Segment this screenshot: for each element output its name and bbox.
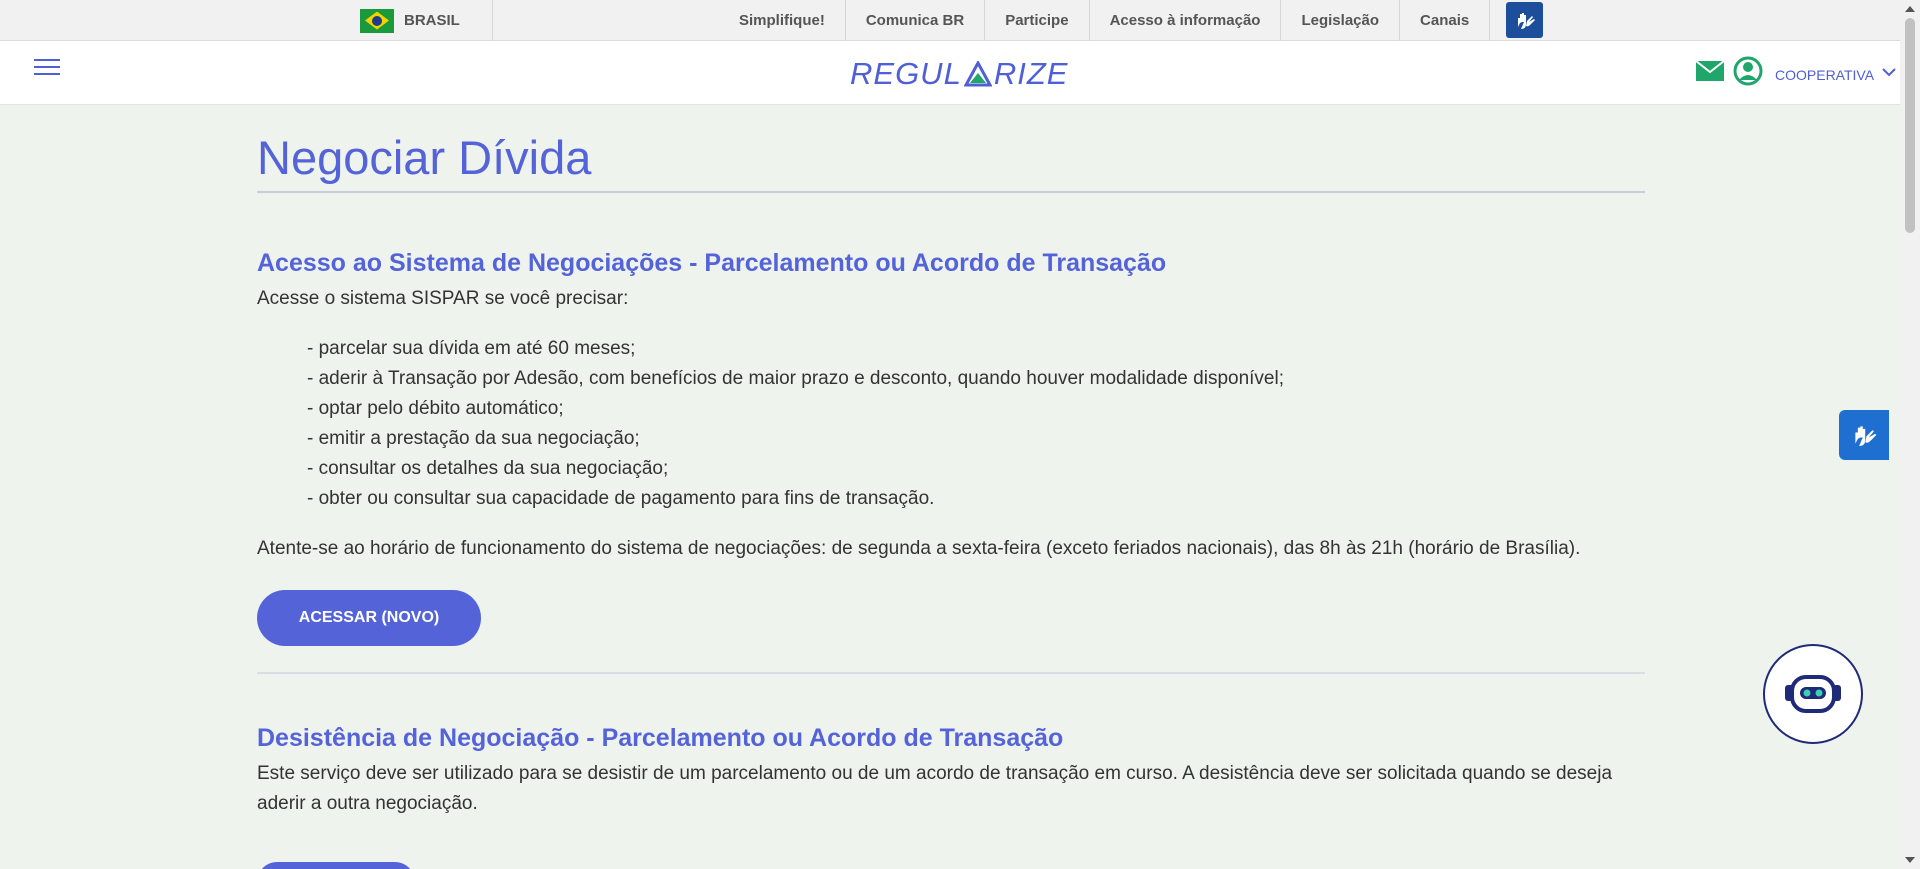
- section-divider: [257, 672, 1645, 674]
- regularize-logo[interactable]: REGUL RIZE: [850, 56, 1068, 92]
- header-actions: COOPERATIVA: [1695, 56, 1896, 86]
- logo-text-right: RIZE: [993, 56, 1069, 91]
- list-item: - optar pelo débito automático;: [307, 398, 564, 419]
- section-intro: Acesse o sistema SISPAR se você precisar…: [257, 288, 629, 309]
- hand-sign-icon[interactable]: [1506, 2, 1543, 38]
- chatbot-icon[interactable]: [1763, 644, 1863, 744]
- section-desistencia: Desistência de Negociação - Parcelamento…: [257, 724, 1645, 819]
- desistencia-button[interactable]: [257, 862, 415, 869]
- gov-link-legislacao[interactable]: Legislação: [1281, 0, 1401, 41]
- main-content: Negociar Dívida Acesso ao Sistema de Neg…: [257, 105, 1645, 869]
- gov-link-acesso-informacao[interactable]: Acesso à informação: [1090, 0, 1282, 41]
- section-text: Este serviço deve ser utilizado para se …: [257, 763, 1613, 814]
- mail-icon[interactable]: [1695, 60, 1725, 82]
- gov-link-comunica[interactable]: Comunica BR: [846, 0, 986, 41]
- benefits-list: - parcelar sua dívida em até 60 meses; -…: [257, 334, 1645, 514]
- scroll-up-icon[interactable]: [1905, 6, 1915, 12]
- list-item: - obter ou consultar sua capacidade de p…: [307, 488, 935, 509]
- gov-link-simplifique[interactable]: Simplifique!: [722, 0, 846, 41]
- divider: [492, 0, 493, 41]
- vertical-scrollbar[interactable]: [1900, 0, 1920, 869]
- user-icon[interactable]: [1733, 56, 1763, 86]
- hours-notice: Atente-se ao horário de funcionamento do…: [257, 538, 1581, 559]
- scroll-thumb[interactable]: [1905, 18, 1915, 233]
- logo-mark-icon: [963, 61, 992, 87]
- section-title: Acesso ao Sistema de Negociações - Parce…: [257, 249, 1167, 277]
- site-header: REGUL RIZE COOPERATIVA: [0, 41, 1900, 105]
- acessar-button[interactable]: ACESSAR (NOVO): [257, 590, 481, 646]
- gov-link-canais[interactable]: Canais: [1400, 0, 1491, 41]
- profile-menu[interactable]: COOPERATIVA: [1775, 67, 1874, 83]
- page-title: Negociar Dívida: [257, 131, 592, 184]
- list-item: - parcelar sua dívida em até 60 meses;: [307, 338, 636, 359]
- brasil-link[interactable]: BRASIL: [360, 0, 460, 41]
- list-item: - emitir a prestação da sua negociação;: [307, 428, 640, 449]
- brazil-flag-icon: [360, 8, 394, 33]
- section-title: Desistência de Negociação - Parcelamento…: [257, 724, 1064, 752]
- gov-bar: BRASIL Simplifique! Comunica BR Particip…: [0, 0, 1900, 41]
- chevron-down-icon[interactable]: [1882, 67, 1896, 77]
- list-item: - consultar os detalhes da sua negociaçã…: [307, 458, 669, 479]
- brasil-label: BRASIL: [404, 12, 460, 29]
- title-divider: [257, 191, 1645, 193]
- scroll-down-icon[interactable]: [1905, 857, 1915, 863]
- gov-link-participe[interactable]: Participe: [985, 0, 1090, 41]
- hand-sign-icon[interactable]: [1839, 410, 1889, 460]
- logo-text-left: REGUL: [850, 56, 962, 91]
- gov-links: Simplifique! Comunica BR Participe Acess…: [722, 0, 1491, 41]
- hamburger-icon[interactable]: [34, 59, 60, 79]
- section-acesso: Acesso ao Sistema de Negociações - Parce…: [257, 249, 1645, 674]
- list-item: - aderir à Transação por Adesão, com ben…: [307, 368, 1284, 389]
